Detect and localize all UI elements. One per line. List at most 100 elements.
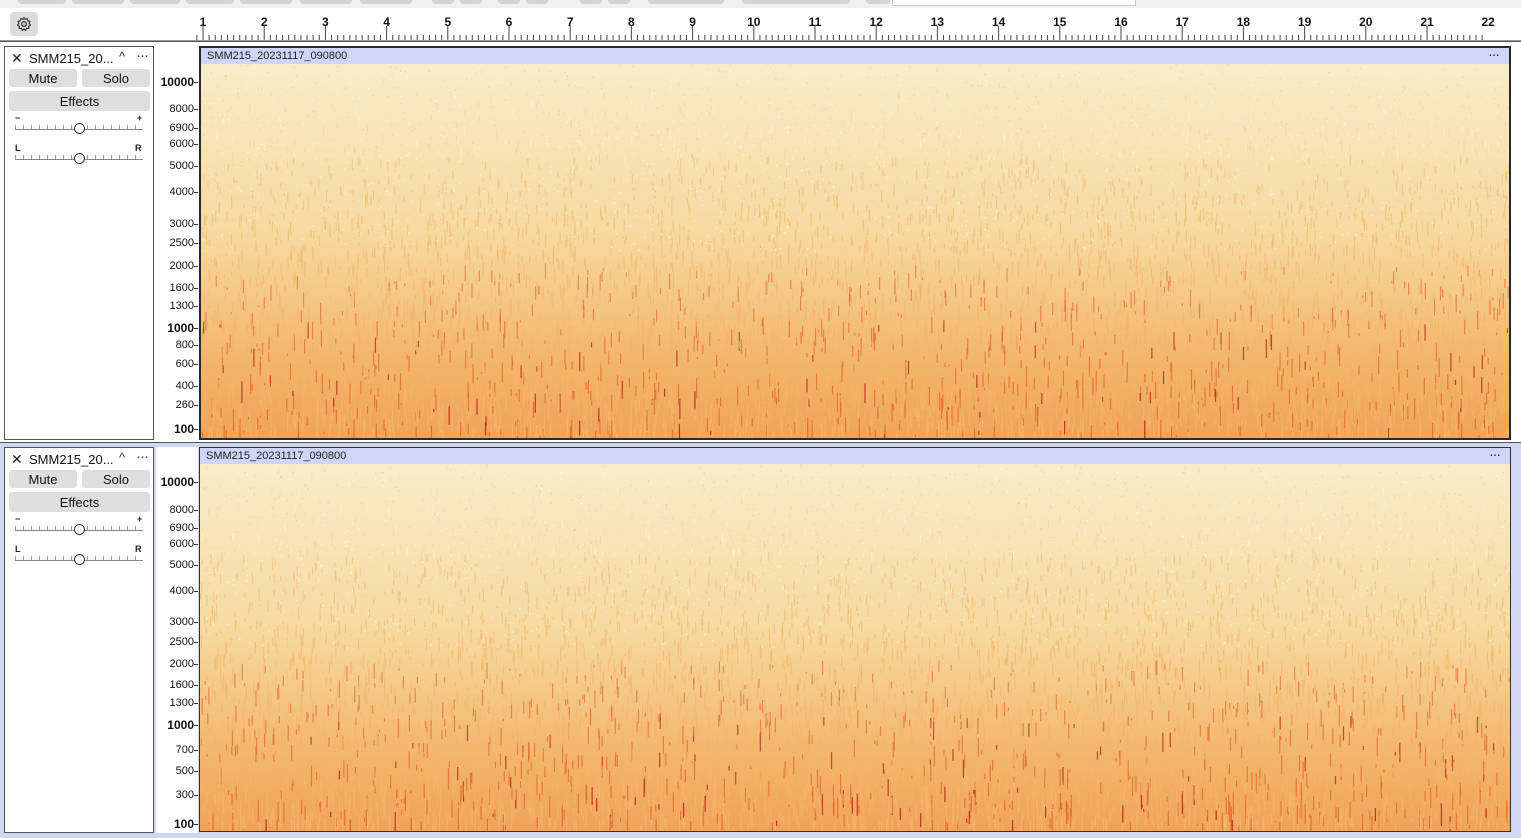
chevron-up-icon[interactable]: ^: [119, 49, 125, 64]
frequency-label: 6000: [170, 538, 194, 550]
frequency-tick: [194, 725, 198, 726]
frequency-tick: [194, 824, 198, 825]
frequency-label: 1600: [170, 282, 194, 294]
gain-min-label: −: [15, 113, 20, 123]
frequency-label: 100: [174, 817, 194, 831]
clip-menu-icon[interactable]: ···: [1489, 446, 1500, 462]
frequency-label: 8000: [170, 504, 194, 516]
solo-button[interactable]: Solo: [82, 69, 150, 87]
frequency-tick: [194, 703, 198, 704]
pan-right-label: R: [135, 544, 142, 554]
audio-track[interactable]: ✕ SMM215_20... ^ ··· Mute Solo Effects −…: [0, 442, 1521, 838]
ruler-label: 5: [444, 15, 451, 29]
toolbar-button[interactable]: [240, 0, 292, 4]
ruler-label: 18: [1237, 15, 1250, 29]
toolbar-button[interactable]: [72, 0, 124, 4]
timeline-ruler[interactable]: 12345678910111213141516171819202122: [196, 8, 1521, 40]
mute-button[interactable]: Mute: [9, 69, 77, 87]
frequency-label: 100: [174, 422, 194, 436]
ruler-label: 7: [567, 15, 574, 29]
toolbar-button[interactable]: [608, 0, 630, 4]
gain-slider-knob[interactable]: [74, 524, 85, 535]
frequency-tick: [194, 243, 198, 244]
frequency-tick: [194, 364, 198, 365]
ruler-label: 9: [689, 15, 696, 29]
spectrogram[interactable]: [200, 464, 1510, 831]
frequency-label: 10000: [161, 475, 194, 489]
toolbar-button[interactable]: [360, 0, 412, 4]
toolbar-button[interactable]: [186, 0, 234, 4]
pan-right-label: R: [135, 143, 142, 153]
ruler-label: 17: [1176, 15, 1189, 29]
frequency-tick: [194, 544, 198, 545]
ruler-label: 19: [1298, 15, 1311, 29]
mute-button[interactable]: Mute: [9, 470, 77, 488]
toolbar-button[interactable]: [580, 0, 602, 4]
toolbar-button[interactable]: [300, 0, 352, 4]
toolbar-button[interactable]: [18, 0, 66, 4]
ruler-label: 11: [809, 15, 822, 29]
toolbar-button[interactable]: [498, 0, 520, 4]
pan-slider-knob[interactable]: [74, 554, 85, 565]
gain-slider-knob[interactable]: [74, 123, 85, 134]
spectrogram-background: [200, 464, 1510, 831]
pan-slider-knob[interactable]: [74, 153, 85, 164]
spectrogram[interactable]: [201, 64, 1509, 438]
frequency-tick: [194, 266, 198, 267]
effects-button[interactable]: Effects: [9, 492, 150, 512]
frequency-label: 8000: [170, 103, 194, 115]
clip-title-bar[interactable]: SMM215_20231117_090800 ···: [200, 448, 1510, 464]
close-icon[interactable]: ✕: [11, 451, 23, 468]
clip-title: SMM215_20231117_090800: [206, 450, 346, 462]
ruler-label: 12: [870, 15, 883, 29]
frequency-label: 6900: [170, 522, 194, 534]
track-header: ✕ SMM215_20... ^ ···: [5, 47, 153, 69]
frequency-label: 4000: [170, 186, 194, 198]
chevron-up-icon[interactable]: ^: [119, 450, 125, 465]
clip-menu-icon[interactable]: ···: [1488, 46, 1499, 62]
effects-button[interactable]: Effects: [9, 91, 150, 111]
toolbar-button[interactable]: [648, 0, 724, 4]
ruler-label: 4: [383, 15, 390, 29]
frequency-tick: [194, 565, 198, 566]
ruler-label: 8: [628, 15, 635, 29]
frequency-tick: [194, 128, 198, 129]
frequency-tick: [194, 224, 198, 225]
toolbar-button[interactable]: [432, 0, 454, 4]
audio-track[interactable]: ✕ SMM215_20... ^ ··· Mute Solo Effects −…: [0, 41, 1521, 443]
toolbar-button[interactable]: [742, 0, 850, 4]
ruler-label: 10: [747, 15, 760, 29]
frequency-tick: [194, 482, 198, 483]
ruler-label: 21: [1420, 15, 1433, 29]
toolbar-button[interactable]: [460, 0, 482, 4]
frequency-label: 1000: [167, 321, 194, 335]
audio-clip[interactable]: SMM215_20231117_090800 ···: [199, 447, 1511, 832]
gain-max-label: +: [137, 514, 142, 524]
frequency-label: 6000: [170, 138, 194, 150]
clip-title-bar[interactable]: SMM215_20231117_090800 ···: [201, 48, 1509, 64]
frequency-tick: [194, 144, 198, 145]
timeline-settings-button[interactable]: [10, 12, 38, 36]
ruler-label: 22: [1482, 15, 1495, 29]
close-icon[interactable]: ✕: [11, 50, 23, 67]
toolbar-button[interactable]: [130, 0, 180, 4]
frequency-tick: [194, 795, 198, 796]
frequency-label: 1000: [167, 718, 194, 732]
toolbar-field[interactable]: [892, 0, 1136, 6]
audio-clip[interactable]: SMM215_20231117_090800 ···: [199, 46, 1511, 440]
track-control-panel: ✕ SMM215_20... ^ ··· Mute Solo Effects −…: [4, 447, 154, 833]
solo-button[interactable]: Solo: [82, 470, 150, 488]
frequency-label: 2500: [170, 636, 194, 648]
frequency-tick: [194, 345, 198, 346]
track-name-menu[interactable]: SMM215_20...: [29, 452, 114, 467]
frequency-tick: [194, 664, 198, 665]
toolbar-button[interactable]: [526, 0, 548, 4]
toolbar-button[interactable]: [866, 0, 890, 4]
frequency-tick: [194, 405, 198, 406]
frequency-tick: [194, 82, 198, 83]
frequency-label: 700: [176, 744, 194, 756]
track-name-menu[interactable]: SMM215_20...: [29, 51, 114, 66]
more-options-icon[interactable]: ···: [136, 448, 148, 465]
more-options-icon[interactable]: ···: [136, 47, 148, 64]
frequency-label: 2500: [170, 237, 194, 249]
